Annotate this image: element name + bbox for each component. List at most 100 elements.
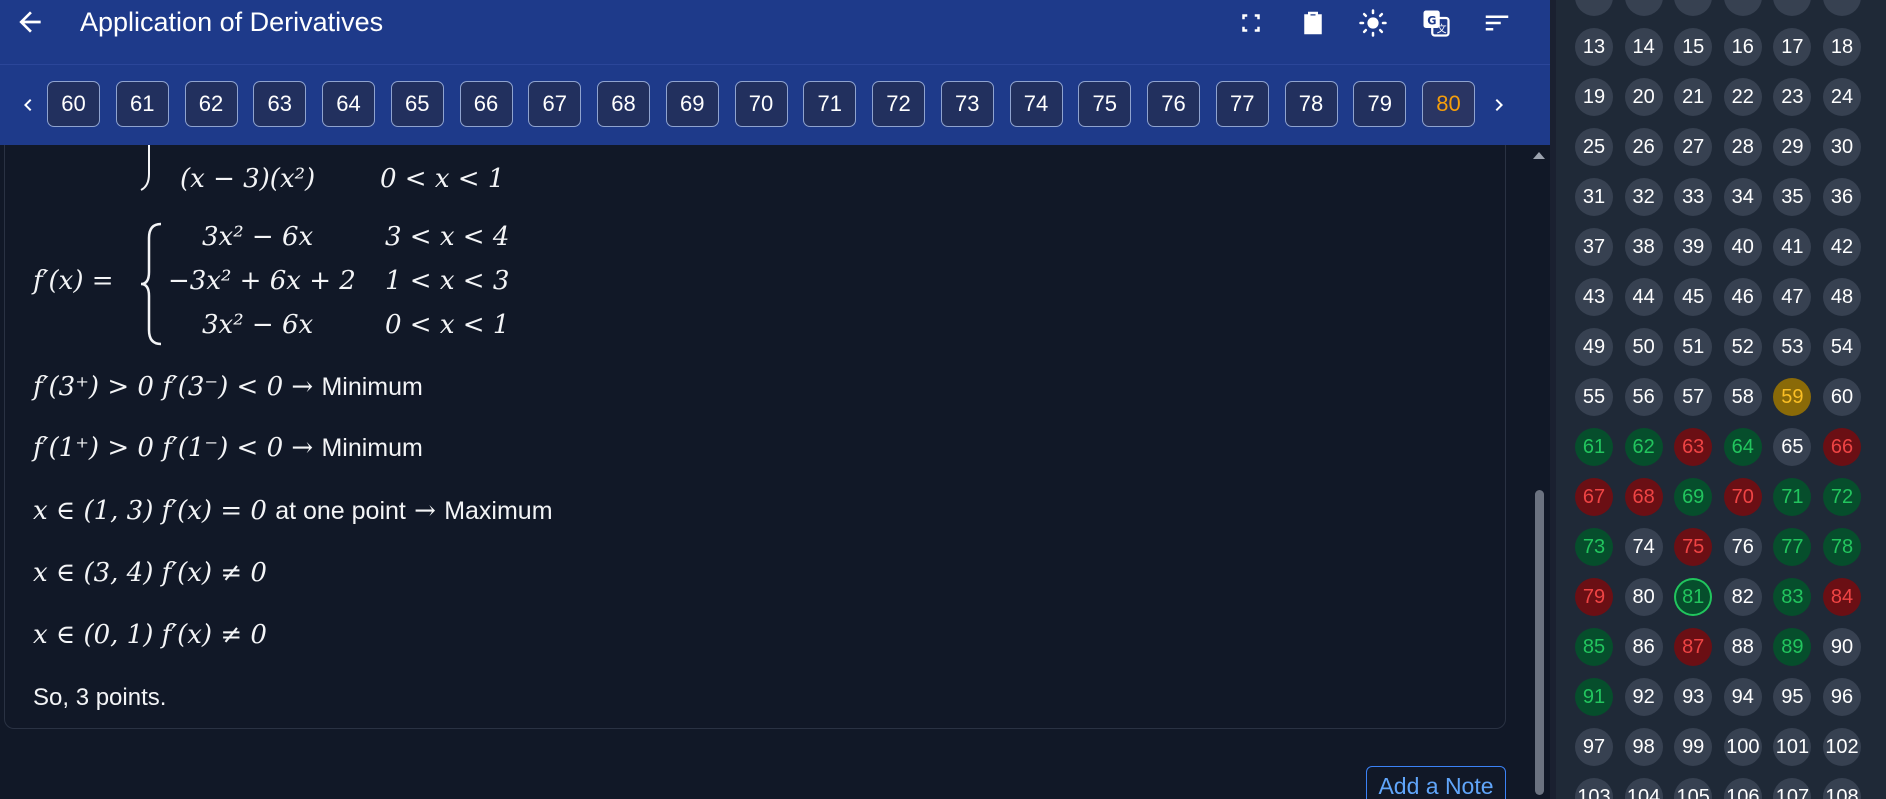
palette-question-94[interactable]: 94 <box>1723 678 1762 716</box>
palette-question-89[interactable]: 89 <box>1773 628 1812 666</box>
palette-question-42[interactable]: 42 <box>1823 228 1861 266</box>
palette-question-34[interactable]: 34 <box>1723 178 1762 216</box>
palette-question-97[interactable]: 97 <box>1575 728 1613 766</box>
back-arrow-icon[interactable] <box>14 6 46 38</box>
palette-question-41[interactable]: 41 <box>1773 228 1812 266</box>
palette-question-58[interactable]: 58 <box>1723 378 1762 416</box>
question-nav-button[interactable]: 76 <box>1147 81 1200 127</box>
question-nav-button[interactable]: 78 <box>1284 81 1338 127</box>
palette-question-71[interactable]: 71 <box>1773 478 1812 516</box>
palette-question-83[interactable]: 83 <box>1773 578 1812 616</box>
question-nav-button[interactable]: 70 <box>734 81 788 127</box>
palette-question-35[interactable]: 35 <box>1773 178 1812 216</box>
clipboard-icon[interactable] <box>1298 8 1328 38</box>
question-nav-button[interactable]: 61 <box>115 81 169 127</box>
palette-question-17[interactable]: 17 <box>1773 28 1812 66</box>
palette-question-86[interactable]: 86 <box>1624 628 1663 666</box>
question-nav-button[interactable]: 62 <box>184 81 238 127</box>
palette-question-33[interactable]: 33 <box>1674 178 1713 216</box>
palette-question-59[interactable]: 59 <box>1773 378 1812 416</box>
palette-question-69[interactable]: 69 <box>1674 478 1713 516</box>
palette-question-95[interactable]: 95 <box>1773 678 1812 716</box>
palette-question-87[interactable]: 87 <box>1674 628 1713 666</box>
palette-question-38[interactable]: 38 <box>1624 228 1663 266</box>
palette-question-68[interactable]: 68 <box>1624 478 1663 516</box>
palette-question-40[interactable]: 40 <box>1723 228 1762 266</box>
palette-question-52[interactable]: 52 <box>1723 328 1762 366</box>
question-nav-button[interactable]: 66 <box>459 81 513 127</box>
palette-question-22[interactable]: 22 <box>1723 78 1762 116</box>
palette-question-partial[interactable] <box>1624 0 1663 16</box>
palette-question-101[interactable]: 101 <box>1773 728 1812 766</box>
palette-question-18[interactable]: 18 <box>1823 28 1861 66</box>
palette-question-106[interactable]: 106 <box>1723 778 1762 799</box>
palette-question-partial[interactable] <box>1674 0 1713 16</box>
palette-question-64[interactable]: 64 <box>1723 428 1762 466</box>
palette-question-65[interactable]: 65 <box>1773 428 1812 466</box>
question-nav-button[interactable]: 75 <box>1078 81 1132 127</box>
palette-question-partial[interactable] <box>1823 0 1861 16</box>
add-note-button[interactable]: Add a Note <box>1366 766 1506 799</box>
palette-question-28[interactable]: 28 <box>1723 128 1762 166</box>
palette-question-79[interactable]: 79 <box>1575 578 1613 616</box>
palette-question-100[interactable]: 100 <box>1723 728 1762 766</box>
palette-question-26[interactable]: 26 <box>1624 128 1663 166</box>
palette-question-108[interactable]: 108 <box>1823 778 1861 799</box>
palette-question-77[interactable]: 77 <box>1773 528 1812 566</box>
scroll-up-icon[interactable] <box>1532 150 1546 160</box>
palette-question-62[interactable]: 62 <box>1624 428 1663 466</box>
palette-question-21[interactable]: 21 <box>1674 78 1713 116</box>
palette-question-102[interactable]: 102 <box>1823 728 1861 766</box>
palette-question-84[interactable]: 84 <box>1823 578 1861 616</box>
palette-question-96[interactable]: 96 <box>1823 678 1861 716</box>
palette-question-44[interactable]: 44 <box>1624 278 1663 316</box>
palette-question-24[interactable]: 24 <box>1823 78 1861 116</box>
palette-question-27[interactable]: 27 <box>1674 128 1713 166</box>
fullscreen-icon[interactable] <box>1236 8 1266 38</box>
question-nav-button[interactable]: 69 <box>665 81 719 127</box>
palette-question-13[interactable]: 13 <box>1575 28 1613 66</box>
palette-question-76[interactable]: 76 <box>1723 528 1762 566</box>
palette-question-partial[interactable] <box>1723 0 1762 16</box>
palette-question-55[interactable]: 55 <box>1575 378 1613 416</box>
question-nav-button[interactable]: 71 <box>803 81 857 127</box>
question-nav-button[interactable]: 64 <box>322 81 375 127</box>
palette-question-72[interactable]: 72 <box>1823 478 1861 516</box>
palette-question-46[interactable]: 46 <box>1723 278 1762 316</box>
palette-question-43[interactable]: 43 <box>1575 278 1613 316</box>
palette-question-66[interactable]: 66 <box>1823 428 1861 466</box>
palette-question-15[interactable]: 15 <box>1674 28 1713 66</box>
palette-question-61[interactable]: 61 <box>1575 428 1613 466</box>
palette-question-29[interactable]: 29 <box>1773 128 1812 166</box>
brightness-icon[interactable] <box>1358 8 1388 38</box>
palette-question-78[interactable]: 78 <box>1823 528 1861 566</box>
palette-question-56[interactable]: 56 <box>1624 378 1663 416</box>
palette-question-92[interactable]: 92 <box>1624 678 1663 716</box>
palette-question-60[interactable]: 60 <box>1823 378 1861 416</box>
translate-icon[interactable]: G 文 <box>1421 8 1451 38</box>
palette-question-82[interactable]: 82 <box>1723 578 1762 616</box>
palette-question-105[interactable]: 105 <box>1674 778 1713 799</box>
palette-question-93[interactable]: 93 <box>1674 678 1713 716</box>
question-nav-button[interactable]: 74 <box>1009 81 1063 127</box>
palette-question-88[interactable]: 88 <box>1723 628 1762 666</box>
palette-question-81[interactable]: 81 <box>1674 578 1713 616</box>
palette-question-partial[interactable] <box>1773 0 1812 16</box>
question-nav-button[interactable]: 72 <box>872 81 925 127</box>
palette-question-70[interactable]: 70 <box>1723 478 1762 516</box>
palette-question-23[interactable]: 23 <box>1773 78 1812 116</box>
palette-question-16[interactable]: 16 <box>1723 28 1762 66</box>
palette-question-53[interactable]: 53 <box>1773 328 1812 366</box>
palette-question-25[interactable]: 25 <box>1575 128 1613 166</box>
question-nav-button[interactable]: 77 <box>1215 81 1269 127</box>
question-nav-button[interactable]: 80 <box>1422 81 1475 127</box>
question-nav-button[interactable]: 68 <box>597 81 650 127</box>
palette-question-20[interactable]: 20 <box>1624 78 1663 116</box>
palette-question-39[interactable]: 39 <box>1674 228 1713 266</box>
palette-question-98[interactable]: 98 <box>1624 728 1663 766</box>
palette-question-32[interactable]: 32 <box>1624 178 1663 216</box>
palette-question-73[interactable]: 73 <box>1575 528 1613 566</box>
palette-question-30[interactable]: 30 <box>1823 128 1861 166</box>
question-nav-button[interactable]: 79 <box>1353 81 1407 127</box>
palette-question-74[interactable]: 74 <box>1624 528 1663 566</box>
